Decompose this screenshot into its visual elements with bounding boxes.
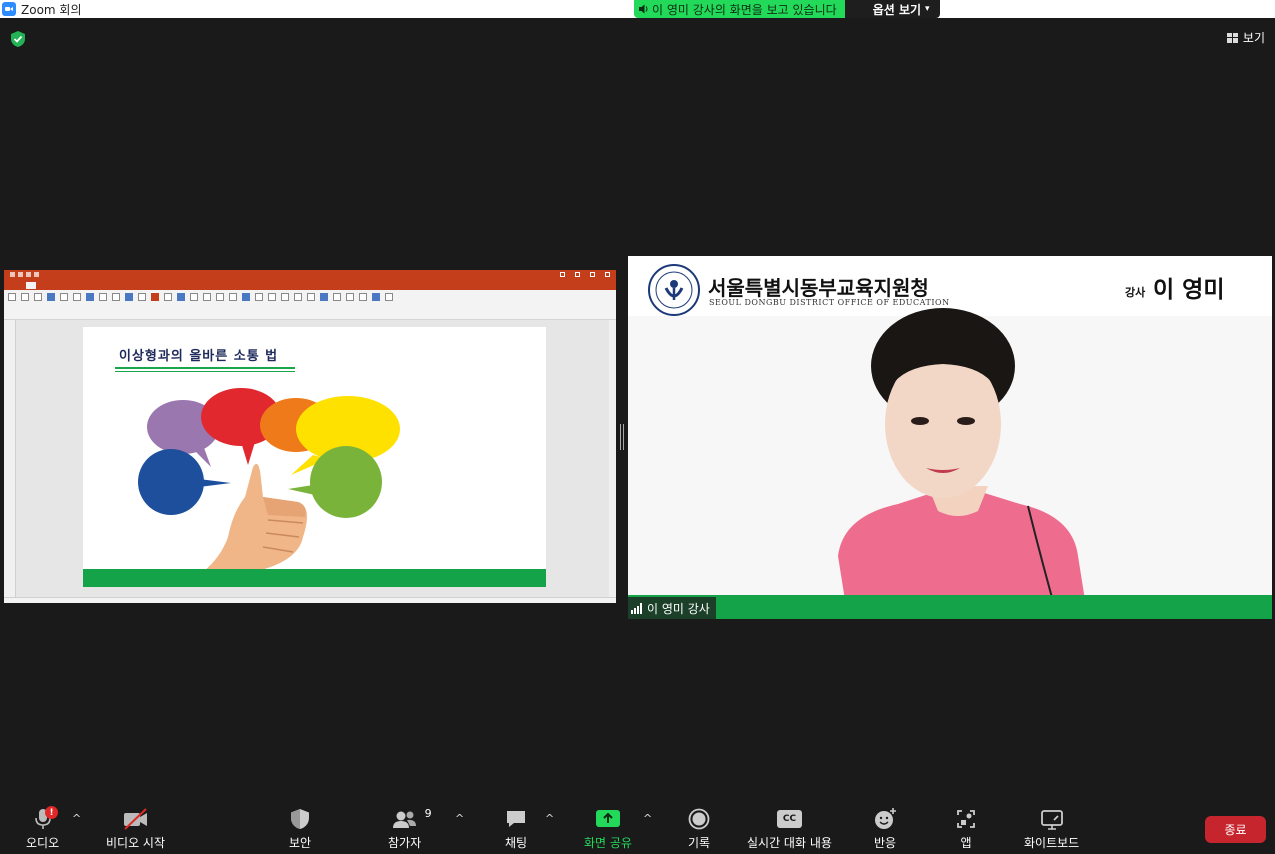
participant-name: 이 영미 강사 [647,601,710,616]
audio-options-caret[interactable]: ^ [72,812,81,825]
zoom-meeting-window: Zoom 회의 이 영미 강사의 화면을 보고 있습니다 옵션 보기 ▾ 보기 [0,0,1275,854]
share-screen-label: 화면 공유 [584,836,632,850]
participants-button[interactable]: 9 참가자 [388,806,432,851]
encryption-shield-icon[interactable] [9,30,27,48]
presenter-video-image [838,308,1088,619]
view-options-button[interactable]: 옵션 보기 ▾ [844,0,940,18]
view-layout-label: 보기 [1242,31,1265,45]
zoom-logo-icon [2,2,16,16]
ppt-titlebar [4,270,616,280]
chat-options-caret[interactable]: ^ [545,812,554,825]
lecturer-role: 강사 [1125,286,1146,299]
participants-label: 참가자 [388,836,422,850]
speech-bubbles-illustration [138,388,400,572]
ppt-ribbon-tabs [4,280,616,290]
emoji-reaction-icon [875,808,896,829]
share-screen-button[interactable]: 화면 공유 [584,806,632,851]
whiteboard-button[interactable]: 화이트보드 [1024,806,1079,851]
apps-button[interactable]: 앱 [955,806,977,851]
ppt-editor-area: 이상형과의 올바른 소통 법 [4,320,616,597]
org-name-korean: 서울특별시동부교육지원청 [708,276,929,300]
closed-captions-icon: CC [776,810,802,828]
lecturer-name: 이 영미 [1153,277,1225,303]
video-off-icon [123,808,147,830]
grid-view-icon [1226,32,1238,43]
chevron-down-icon: ▾ [925,4,930,14]
ppt-statusbar [4,597,616,603]
participants-options-caret[interactable]: ^ [455,812,464,825]
slide-footer-bar [83,569,546,587]
participants-icon [392,811,416,828]
security-shield-icon [291,809,310,829]
live-transcript-button[interactable]: CC 실시간 대화 내용 [747,806,832,851]
end-meeting-label: 종료 [1224,823,1247,837]
share-options-caret[interactable]: ^ [643,812,652,825]
share-screen-icon [595,810,620,827]
security-label: 보안 [289,836,312,850]
start-video-label: 비디오 시작 [106,836,166,850]
window-title: Zoom 회의 [21,2,82,17]
title-underline [115,367,295,369]
ppt-scrollbar [609,320,616,597]
apps-icon [957,810,975,828]
ppt-ribbon [4,290,616,320]
view-options-label: 옵션 보기 [872,2,922,17]
start-video-button[interactable]: 비디오 시작 [106,806,165,851]
apps-label: 앱 [960,836,972,850]
audio-warning-badge: ! [45,806,58,819]
sharing-status-text: 이 영미 강사의 화면을 보고 있습니다 [652,2,837,17]
screen-share-banner: 이 영미 강사의 화면을 보고 있습니다 옵션 보기 ▾ [634,0,940,18]
presenter-video-tile[interactable]: 서울특별시동부교육지원청 SEOUL DONGBU DISTRICT OFFIC… [628,256,1272,619]
reactions-label: 반응 [873,836,897,850]
shared-screen-tile: 이상형과의 올바른 소통 법 [4,270,616,603]
title-underline-thin [115,371,295,372]
video-footer-bar [628,595,1272,619]
record-button[interactable]: 기록 [687,806,711,851]
participant-name-label: 이 영미 강사 [628,597,716,619]
chat-bubble-icon [507,811,525,827]
chat-button[interactable]: 채팅 [504,806,528,851]
tile-resize-handle[interactable] [620,424,624,450]
presentation-slide: 이상형과의 올바른 소통 법 [83,327,546,587]
security-button[interactable]: 보안 [289,806,311,851]
end-meeting-button[interactable]: 종료 [1205,816,1266,843]
connection-strength-icon [631,602,642,614]
record-label: 기록 [687,836,711,850]
slide-title: 이상형과의 올바른 소통 법 [119,349,279,364]
view-layout-button[interactable]: 보기 [1226,29,1265,46]
chat-label: 채팅 [504,836,528,850]
whiteboard-label: 화이트보드 [1024,836,1080,850]
audio-label: 오디오 [26,836,60,850]
reactions-button[interactable]: 반응 [872,806,898,851]
meeting-controls-toolbar: 오디오 ^ 비디오 시작 보안 9 참가자 ^ 채팅 ^ 화면 공유 ^ 기록 … [0,800,1275,854]
participants-count: 9 [424,807,432,820]
live-transcript-label: 실시간 대화 내용 [747,836,832,850]
ppt-thumbnail-pane [4,320,16,597]
sharing-status: 이 영미 강사의 화면을 보고 있습니다 [634,0,845,18]
record-icon [688,808,710,830]
whiteboard-icon [1040,810,1063,830]
education-office-emblem [648,264,700,316]
speaker-icon [639,4,648,14]
